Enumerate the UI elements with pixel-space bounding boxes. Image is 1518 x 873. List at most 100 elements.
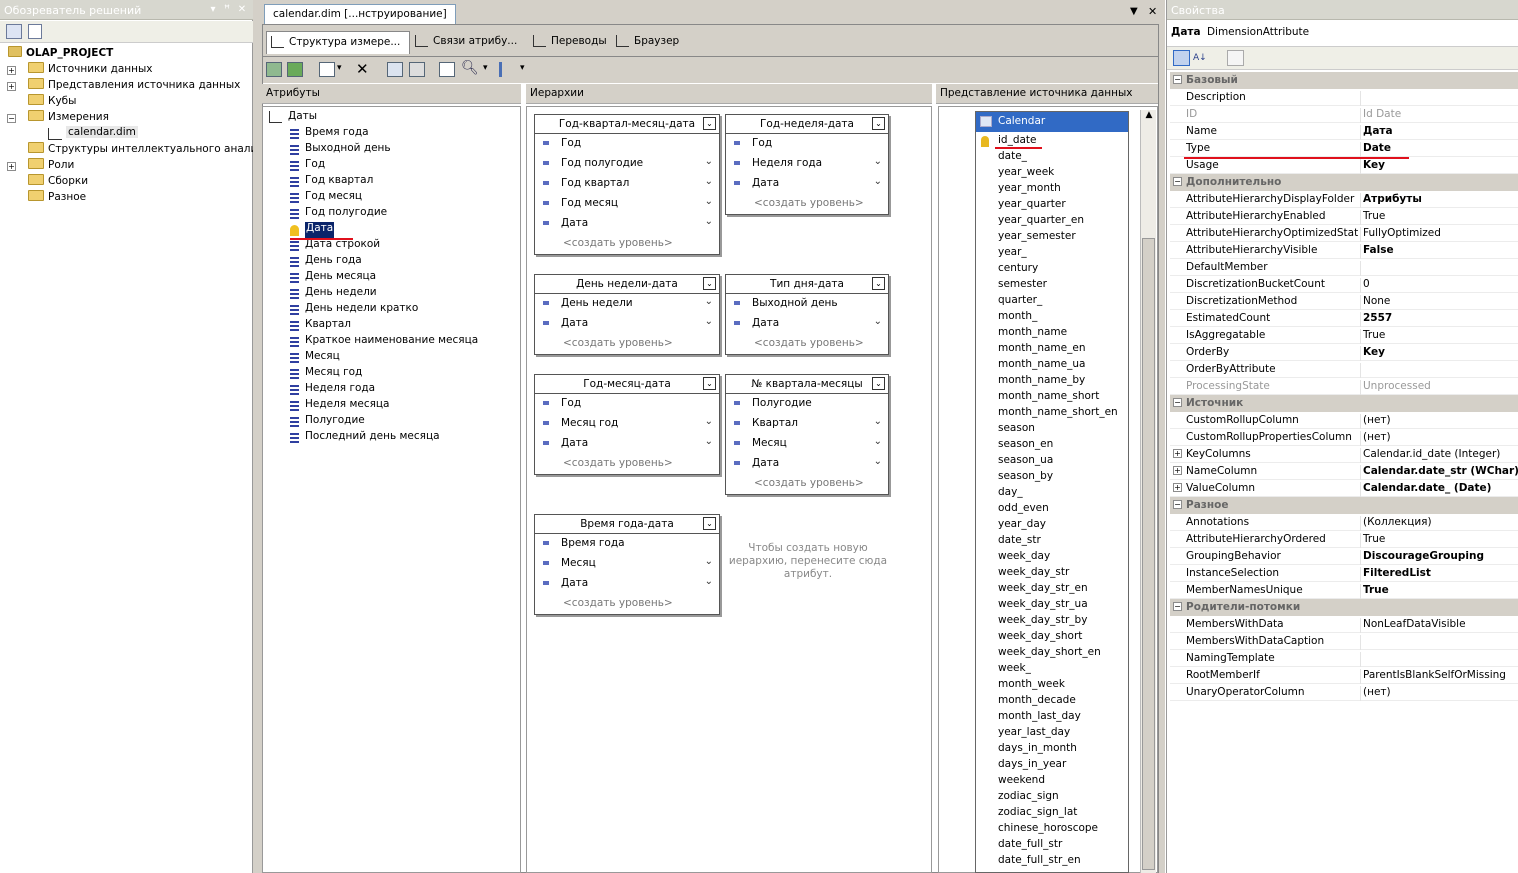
hierarchy-level[interactable]: Дата ⌄: [726, 454, 888, 474]
property-value[interactable]: Calendar.date_ (Date): [1360, 482, 1518, 497]
dsv-column[interactable]: year_quarter_en: [976, 214, 1128, 230]
property-row[interactable]: DiscretizationBucketCount 0: [1170, 276, 1518, 293]
property-row[interactable]: Description: [1170, 89, 1518, 106]
new-level-placeholder[interactable]: <создать уровень>: [726, 474, 888, 494]
hierarchy-title[interactable]: Год-квартал-месяц-дата ⌄: [535, 115, 719, 134]
property-value[interactable]: Calendar.id_date (Integer): [1360, 448, 1518, 463]
dsv-column[interactable]: week_: [976, 662, 1128, 678]
property-value[interactable]: 2557: [1360, 312, 1518, 327]
property-row[interactable]: RootMemberIf ParentIsBlankSelfOrMissing: [1170, 667, 1518, 684]
hierarchy-level[interactable]: Год квартал ⌄: [535, 174, 719, 194]
tree-item-roles[interactable]: Роли: [28, 158, 74, 174]
arrange-icon[interactable]: [499, 62, 513, 77]
dsv-column[interactable]: month_name_en: [976, 342, 1128, 358]
dsv-column[interactable]: month_name_short_en: [976, 406, 1128, 422]
property-row[interactable]: GroupingBehavior DiscourageGrouping: [1170, 548, 1518, 565]
attribute-item[interactable]: День года: [305, 254, 362, 270]
dsv-column[interactable]: year_day: [976, 518, 1128, 534]
property-category[interactable]: − Базовый: [1170, 72, 1518, 89]
attribute-item[interactable]: Краткое наименование месяца: [305, 334, 478, 350]
attribute-item[interactable]: Год квартал: [305, 174, 373, 190]
expand-toggle[interactable]: +: [1173, 449, 1182, 458]
hierarchy-level[interactable]: Выходной день: [726, 294, 888, 314]
show-all-files-icon[interactable]: [28, 24, 42, 39]
new-level-placeholder[interactable]: <создать уровень>: [535, 334, 719, 354]
collapse-icon[interactable]: ⌄: [703, 517, 716, 530]
dsv-column[interactable]: semester: [976, 278, 1128, 294]
hierarchy-level[interactable]: Дата ⌄: [535, 314, 719, 334]
hierarchy-level[interactable]: Год месяц ⌄: [535, 194, 719, 214]
dsv-column[interactable]: zodiac_sign: [976, 790, 1128, 806]
dsv-column[interactable]: year_last_day: [976, 726, 1128, 742]
property-row[interactable]: AttributeHierarchyOrdered True: [1170, 531, 1518, 548]
dsv-table-header[interactable]: Calendar: [976, 112, 1128, 132]
property-value[interactable]: 0: [1360, 278, 1518, 293]
close-icon[interactable]: ✕: [236, 4, 248, 16]
property-value[interactable]: (Коллекция): [1360, 516, 1518, 531]
new-level-placeholder[interactable]: <создать уровень>: [535, 454, 719, 474]
dsv-column[interactable]: date_str: [976, 534, 1128, 550]
new-level-placeholder[interactable]: <создать уровень>: [726, 334, 888, 354]
attribute-item[interactable]: Год месяц: [305, 190, 362, 206]
tree-item-dimensions[interactable]: Измерения: [28, 110, 109, 126]
property-value[interactable]: ParentIsBlankSelfOrMissing: [1360, 669, 1518, 684]
property-value[interactable]: [1360, 363, 1518, 378]
dsv-column[interactable]: year_week: [976, 166, 1128, 182]
tree-item-mining[interactable]: Структуры интеллектуального анализа: [28, 142, 269, 158]
property-row[interactable]: Annotations (Коллекция): [1170, 514, 1518, 531]
dsv-column[interactable]: season_ua: [976, 454, 1128, 470]
attribute-item[interactable]: Полугодие: [305, 414, 365, 430]
collapse-toggle[interactable]: −: [1173, 398, 1182, 407]
dsv-column[interactable]: day_: [976, 486, 1128, 502]
dsv-column[interactable]: zodiac_sign_lat: [976, 806, 1128, 822]
dsv-column[interactable]: days_in_year: [976, 758, 1128, 774]
property-row[interactable]: CustomRollupColumn (нет): [1170, 412, 1518, 429]
tree-item-cubes[interactable]: Кубы: [28, 94, 76, 110]
dsv-scrollbar[interactable]: ▲: [1140, 110, 1156, 873]
attribute-item[interactable]: Дата строкой: [305, 238, 380, 254]
property-value[interactable]: (нет): [1360, 431, 1518, 446]
dsv-column[interactable]: week_day_short_en: [976, 646, 1128, 662]
hierarchy-level[interactable]: Дата ⌄: [726, 174, 888, 194]
property-row[interactable]: + NameColumn Calendar.date_str (WChar): [1170, 463, 1518, 480]
dsv-column[interactable]: month_last_day: [976, 710, 1128, 726]
hierarchy-level[interactable]: Год: [535, 134, 719, 154]
hierarchy-title[interactable]: Тип дня-дата ⌄: [726, 275, 888, 294]
property-row[interactable]: Usage Key: [1170, 157, 1518, 174]
property-category[interactable]: − Источник: [1170, 395, 1518, 412]
hierarchy-level[interactable]: Месяц ⌄: [535, 554, 719, 574]
tab-dropdown-icon[interactable]: ▼: [1130, 6, 1138, 17]
property-category[interactable]: − Разное: [1170, 497, 1518, 514]
property-row[interactable]: MembersWithData NonLeafDataVisible: [1170, 616, 1518, 633]
tab-dimension-structure[interactable]: Структура измере...: [266, 31, 410, 54]
categorized-icon[interactable]: [1173, 50, 1190, 66]
collapse-toggle[interactable]: −: [7, 114, 16, 123]
dsv-column[interactable]: month_: [976, 310, 1128, 326]
new-level-placeholder[interactable]: <создать уровень>: [535, 234, 719, 254]
property-value[interactable]: Дата: [1360, 125, 1518, 140]
tab-attribute-relationships[interactable]: Связи атрибу...: [411, 31, 529, 53]
dsv-column[interactable]: month_decade: [976, 694, 1128, 710]
table-icon[interactable]: [409, 62, 425, 77]
property-value[interactable]: Unprocessed: [1360, 380, 1518, 395]
close-document-icon[interactable]: ✕: [1148, 5, 1157, 18]
hierarchy-level[interactable]: Год полугодие ⌄: [535, 154, 719, 174]
dsv-column[interactable]: week_day_str_ua: [976, 598, 1128, 614]
collapse-icon[interactable]: ⌄: [872, 277, 885, 290]
project-node[interactable]: OLAP_PROJECT: [8, 46, 113, 62]
collapse-toggle[interactable]: −: [1173, 75, 1182, 84]
dsv-column[interactable]: weekend: [976, 774, 1128, 790]
property-row[interactable]: CustomRollupPropertiesColumn (нет): [1170, 429, 1518, 446]
dropdown-icon[interactable]: ▾: [207, 4, 219, 16]
property-value[interactable]: [1360, 635, 1518, 650]
hierarchy-level[interactable]: День недели ⌄: [535, 294, 719, 314]
property-value[interactable]: Key: [1360, 346, 1518, 361]
property-row[interactable]: Type Date: [1170, 140, 1518, 157]
hierarchy-title[interactable]: Год-неделя-дата ⌄: [726, 115, 888, 134]
dsv-column[interactable]: date_: [976, 150, 1128, 166]
hierarchy-level[interactable]: Месяц год ⌄: [535, 414, 719, 434]
hierarchy-level[interactable]: Квартал ⌄: [726, 414, 888, 434]
tree-item-dsv[interactable]: Представления источника данных: [28, 78, 240, 94]
attribute-item[interactable]: Год полугодие: [305, 206, 387, 222]
property-row[interactable]: OrderBy Key: [1170, 344, 1518, 361]
